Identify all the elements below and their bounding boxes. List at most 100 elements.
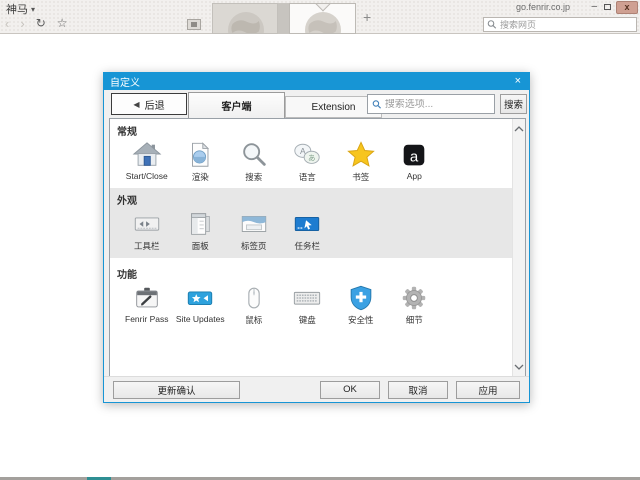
item-label: Fenrir Pass — [125, 314, 168, 324]
scroll-down-icon[interactable] — [514, 363, 524, 371]
item-mouse[interactable]: 鼠标 — [227, 283, 281, 326]
item-app[interactable]: a App — [388, 140, 442, 183]
item-bookmarks[interactable]: 书签 — [334, 140, 388, 183]
web-search-box[interactable] — [483, 17, 637, 32]
item-security[interactable]: 安全性 — [334, 283, 388, 326]
panel-icon — [185, 209, 215, 239]
item-start-close[interactable]: Start/Close — [120, 140, 174, 183]
item-label: 鼠标 — [245, 314, 262, 326]
item-label: 键盘 — [299, 314, 316, 326]
item-label: 安全性 — [348, 314, 374, 326]
search-button[interactable]: 搜索 — [500, 94, 527, 114]
url-label: go.fenrir.co.jp — [516, 2, 570, 12]
scrollbar-vertical[interactable] — [512, 119, 525, 377]
maximize-button[interactable] — [602, 4, 613, 10]
maximize-icon — [604, 4, 611, 10]
search-icon — [487, 19, 497, 30]
nav-bar: ‹ › ↻ ☆ — [5, 14, 68, 32]
thumbnail-glyph — [191, 22, 197, 27]
item-render[interactable]: 渲染 — [174, 140, 228, 183]
globe-icon — [222, 7, 270, 34]
scroll-up-icon[interactable] — [514, 125, 524, 133]
web-search-input[interactable] — [500, 20, 633, 30]
section-general: 常规 Start/Close — [110, 119, 512, 188]
item-label: 书签 — [352, 171, 369, 183]
forward-icon[interactable]: › — [20, 16, 24, 31]
item-search[interactable]: 搜索 — [227, 140, 281, 183]
back-icon[interactable]: ‹ — [5, 16, 9, 31]
back-arrow-icon: ◀ — [133, 100, 139, 109]
dialog-title: 自定义 — [110, 74, 140, 89]
item-label: 任务栏 — [294, 240, 320, 252]
apply-button[interactable]: 应用 — [456, 381, 520, 399]
item-label: 渲染 — [192, 171, 209, 183]
back-button-label: 后退 — [145, 97, 165, 112]
toolbar-icon — [132, 209, 162, 239]
customize-dialog: 自定义 × ◀ 后退 客户端 Extension 搜索 — [103, 72, 530, 403]
dialog-content: 常规 Start/Close — [109, 118, 526, 378]
bookmark-star-icon[interactable]: ☆ — [57, 16, 68, 30]
home-icon — [132, 140, 162, 170]
render-icon — [185, 140, 215, 170]
browser-tab-inactive[interactable] — [212, 3, 278, 34]
item-label: 面板 — [192, 240, 209, 252]
option-search-box[interactable] — [367, 94, 495, 114]
item-language[interactable]: A あ 语言 — [281, 140, 335, 183]
item-label: 工具栏 — [134, 240, 160, 252]
item-fenrir-pass[interactable]: Fenrir Pass — [120, 283, 174, 326]
back-button[interactable]: ◀ 后退 — [111, 93, 187, 115]
dialog-close-icon[interactable]: × — [513, 76, 523, 87]
section-features: 功能 Fenrir Pass — [110, 258, 512, 377]
ok-button[interactable]: OK — [320, 381, 380, 399]
item-label: 语言 — [299, 171, 316, 183]
item-label: Site Updates — [176, 314, 225, 324]
section-title: 功能 — [110, 262, 512, 281]
option-search-input[interactable] — [385, 99, 490, 110]
item-site-updates[interactable]: Site Updates — [174, 283, 228, 326]
minimize-button[interactable]: – — [589, 1, 599, 13]
tab-page-icon — [239, 209, 269, 239]
item-label: 搜索 — [245, 171, 262, 183]
section-title: 外观 — [110, 188, 512, 207]
option-sections: 常规 Start/Close — [110, 119, 512, 377]
search-icon — [372, 99, 382, 110]
site-updates-icon — [185, 283, 215, 313]
tab-thumbnail-toggle-button[interactable] — [187, 19, 201, 30]
item-tabs[interactable]: 标签页 — [227, 209, 281, 252]
app-icon: a — [399, 140, 429, 170]
item-label: Start/Close — [126, 171, 168, 181]
window-controls: – x — [589, 0, 638, 14]
new-tab-button[interactable]: + — [363, 9, 371, 25]
tab-scroll-strip[interactable] — [278, 3, 289, 34]
gear-icon — [399, 283, 429, 313]
item-label: 标签页 — [241, 240, 267, 252]
section-items: 工具栏 面板 — [110, 209, 512, 252]
cancel-button[interactable]: 取消 — [388, 381, 448, 399]
update-check-button[interactable]: 更新确认 — [113, 381, 240, 399]
keyboard-icon — [292, 283, 322, 313]
item-keyboard[interactable]: 键盘 — [281, 283, 335, 326]
browser-window: 神马 ▾ ‹ › ↻ ☆ + go.fenrir.co.jp — [0, 0, 640, 480]
section-appearance: 外观 工具栏 — [110, 188, 512, 258]
taskbar-icon — [292, 209, 322, 239]
caret-down-icon: ▾ — [31, 5, 35, 14]
item-label: App — [407, 171, 422, 181]
section-title: 常规 — [110, 119, 512, 138]
magnifier-icon — [239, 140, 269, 170]
language-icon: A あ — [292, 140, 322, 170]
item-panel[interactable]: 面板 — [174, 209, 228, 252]
dialog-toolbar: ◀ 后退 客户端 Extension 搜索 — [104, 90, 529, 118]
mouse-icon — [239, 283, 269, 313]
section-items: Fenrir Pass Site Updates — [110, 283, 512, 326]
browser-tab-active[interactable] — [289, 3, 356, 34]
item-toolbar[interactable]: 工具栏 — [120, 209, 174, 252]
fenrir-pass-icon — [132, 283, 162, 313]
tab-client[interactable]: 客户端 — [188, 92, 285, 118]
item-details[interactable]: 细节 — [388, 283, 442, 326]
section-items: Start/Close 渲染 — [110, 140, 512, 183]
item-taskbar[interactable]: 任务栏 — [281, 209, 335, 252]
close-window-button[interactable]: x — [616, 1, 638, 14]
item-label: 细节 — [406, 314, 423, 326]
star-icon — [346, 140, 376, 170]
refresh-icon[interactable]: ↻ — [36, 16, 46, 30]
